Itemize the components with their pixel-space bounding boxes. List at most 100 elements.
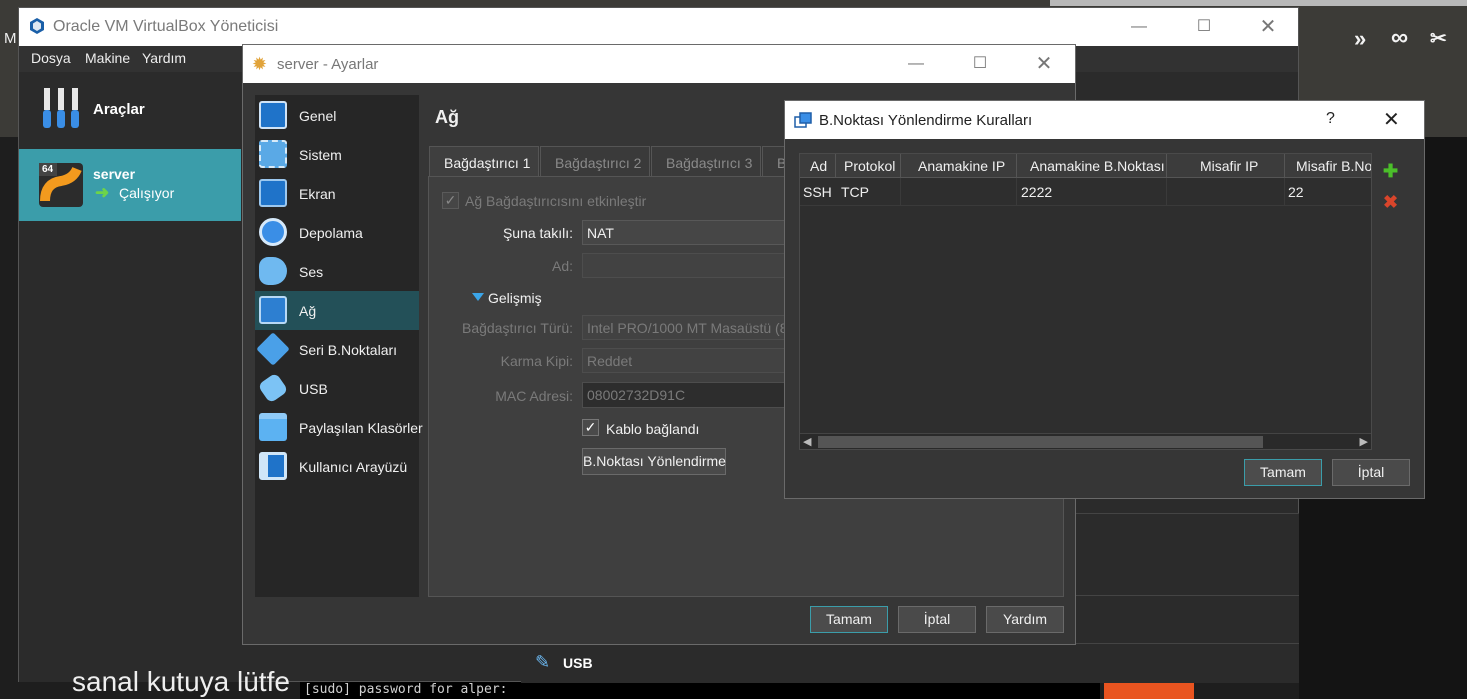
details-usb-label: USB [563, 655, 593, 671]
column-header-name[interactable]: Ad [810, 158, 827, 174]
category-ses[interactable]: Ses [255, 252, 419, 291]
settings-help-button[interactable]: Yardım [986, 606, 1064, 633]
name-label: Ad: [551, 258, 573, 274]
infinity-icon[interactable]: ∞ [1391, 24, 1408, 52]
category-label: Depolama [299, 225, 363, 241]
usb-icon [257, 372, 289, 404]
cable-connected-checkbox[interactable]: ✓ [582, 419, 599, 436]
details-usb-section[interactable]: ✎ USB [521, 643, 1299, 681]
maximize-button[interactable]: ☐ [1181, 8, 1227, 46]
tools-icon [43, 88, 79, 128]
port-forwarding-button[interactable]: B.Noktası Yönlendirme [582, 448, 726, 475]
tab-adapter-1[interactable]: Bağdaştırıcı 1 [429, 146, 539, 176]
settings-title: server - Ayarlar [277, 56, 379, 73]
category-label: Paylaşılan Klasörler [299, 420, 423, 436]
cell-host-port[interactable]: 2222 [1021, 184, 1052, 200]
category-sistem[interactable]: Sistem [255, 135, 419, 174]
close-button[interactable]: ✕ [1021, 45, 1067, 83]
tab-adapter-2[interactable]: Bağdaştırıcı 2 [540, 146, 650, 176]
storage-icon [259, 218, 287, 246]
minimize-button[interactable]: — [893, 45, 939, 83]
pf-cancel-button[interactable]: İptal [1332, 459, 1410, 486]
scroll-right-arrow-icon[interactable]: ▶ [1360, 435, 1368, 448]
port-forwarding-titlebar: B.Noktası Yönlendirme Kuralları ? ✕ [785, 101, 1424, 139]
category-ag[interactable]: Ağ [255, 291, 419, 330]
vm-badge: 64 [42, 164, 54, 175]
close-button[interactable]: ✕ [1245, 8, 1291, 46]
menu-dosya[interactable]: Dosya [31, 50, 71, 66]
manager-titlebar: Oracle VM VirtualBox Yöneticisi — ☐ ✕ [19, 8, 1298, 46]
audio-icon [259, 257, 287, 285]
cable-connected-label: Kablo bağlandı [606, 421, 700, 437]
advanced-toggle[interactable]: Gelişmiş [488, 290, 542, 306]
partial-menu-letter: M [4, 30, 17, 47]
name-select[interactable] [582, 253, 802, 278]
network-icon [794, 112, 812, 128]
page-title: Ağ [435, 107, 459, 127]
serial-ports-icon [256, 332, 290, 366]
attached-to-select[interactable]: NAT [582, 220, 802, 245]
help-button[interactable]: ? [1326, 110, 1335, 128]
category-seri-bnoktalari[interactable]: Seri B.Noktaları [255, 330, 419, 369]
column-header-host-ip[interactable]: Anamakine IP [918, 158, 1005, 174]
category-usb[interactable]: USB [255, 369, 419, 408]
cell-guest-port[interactable]: 22 [1288, 184, 1304, 200]
minimize-button[interactable]: — [1116, 8, 1162, 46]
column-header-host-port[interactable]: Anamakine B.Noktası [1030, 158, 1165, 174]
category-genel[interactable]: Genel [255, 96, 419, 135]
menu-makine[interactable]: Makine [85, 50, 130, 66]
vm-name: server [93, 166, 136, 182]
enable-adapter-checkbox[interactable]: ✓ [442, 192, 459, 209]
tools-icon[interactable]: ✂ [1430, 26, 1447, 51]
mac-label: MAC Adresi: [495, 388, 573, 404]
rules-table[interactable]: Ad Protokol Anamakine IP Anamakine B.Nok… [799, 153, 1372, 450]
cell-protocol[interactable]: TCP [841, 184, 869, 200]
tab-adapter-3[interactable]: Bağdaştırıcı 3 [651, 146, 761, 176]
category-label: Ekran [299, 186, 336, 202]
tools-item[interactable]: Araçlar [19, 72, 241, 148]
vm-state: Çalışıyor [119, 185, 175, 201]
adapter-type-label: Bağdaştırıcı Türü: [461, 320, 573, 336]
tools-label: Araçlar [93, 101, 145, 118]
background-bottom-text: sanal kutuya lütfe [72, 666, 290, 697]
category-kullanici-arayuzu[interactable]: Kullanıcı Arayüzü [255, 447, 419, 486]
add-rule-icon[interactable]: ✚ [1383, 161, 1398, 182]
column-header-guest-ip[interactable]: Misafir IP [1200, 158, 1258, 174]
remove-rule-icon[interactable]: ✖ [1383, 192, 1398, 213]
horizontal-scrollbar[interactable]: ◀ ▶ [800, 433, 1371, 449]
adapter-type-select[interactable]: Intel PRO/1000 MT Masaüstü (82540EM) [582, 315, 802, 340]
running-arrow-icon: ➜ [95, 183, 110, 202]
machine-list-pane: Araçlar 64 server ➜ Çalışıyor [19, 72, 241, 682]
close-button[interactable]: ✕ [1383, 107, 1400, 132]
enable-adapter-label: Ağ Bağdaştırıcısını etkinleştir [465, 193, 647, 209]
category-depolama[interactable]: Depolama [255, 213, 419, 252]
settings-cancel-button[interactable]: İptal [898, 606, 976, 633]
table-row[interactable]: SSH TCP 2222 22 [800, 178, 1371, 206]
fast-forward-icon[interactable]: » [1354, 26, 1366, 52]
menu-yardim[interactable]: Yardım [142, 50, 186, 66]
settings-gear-icon: ✹ [252, 54, 268, 74]
general-icon [259, 101, 287, 129]
attached-to-label: Şuna takılı: [502, 225, 573, 241]
cell-name[interactable]: SSH [803, 184, 832, 200]
expand-triangle-icon[interactable] [472, 293, 484, 301]
column-header-guest-port[interactable]: Misafir B.Noktası [1296, 158, 1371, 174]
user-interface-icon [259, 452, 287, 480]
display-icon [259, 179, 287, 207]
scrollbar-thumb[interactable] [818, 436, 1263, 448]
settings-ok-button[interactable]: Tamam [810, 606, 888, 633]
category-label: Seri B.Noktaları [299, 342, 398, 358]
shared-folders-icon [259, 413, 287, 441]
usb-icon: ✎ [535, 652, 551, 672]
vm-list-item-server[interactable]: 64 server ➜ Çalışıyor [19, 149, 241, 221]
category-paylasilan-klasorler[interactable]: Paylaşılan Klasörler [255, 408, 423, 447]
pf-ok-button[interactable]: Tamam [1244, 459, 1322, 486]
mac-address-input[interactable]: 08002732D91C [582, 382, 802, 408]
scroll-left-arrow-icon[interactable]: ◀ [803, 435, 811, 448]
network-icon [259, 296, 287, 324]
maximize-button[interactable]: ☐ [957, 45, 1003, 83]
category-ekran[interactable]: Ekran [255, 174, 419, 213]
promisc-select[interactable]: Reddet [582, 348, 802, 373]
column-header-protocol[interactable]: Protokol [844, 158, 895, 174]
virtualbox-logo-icon [30, 18, 44, 34]
